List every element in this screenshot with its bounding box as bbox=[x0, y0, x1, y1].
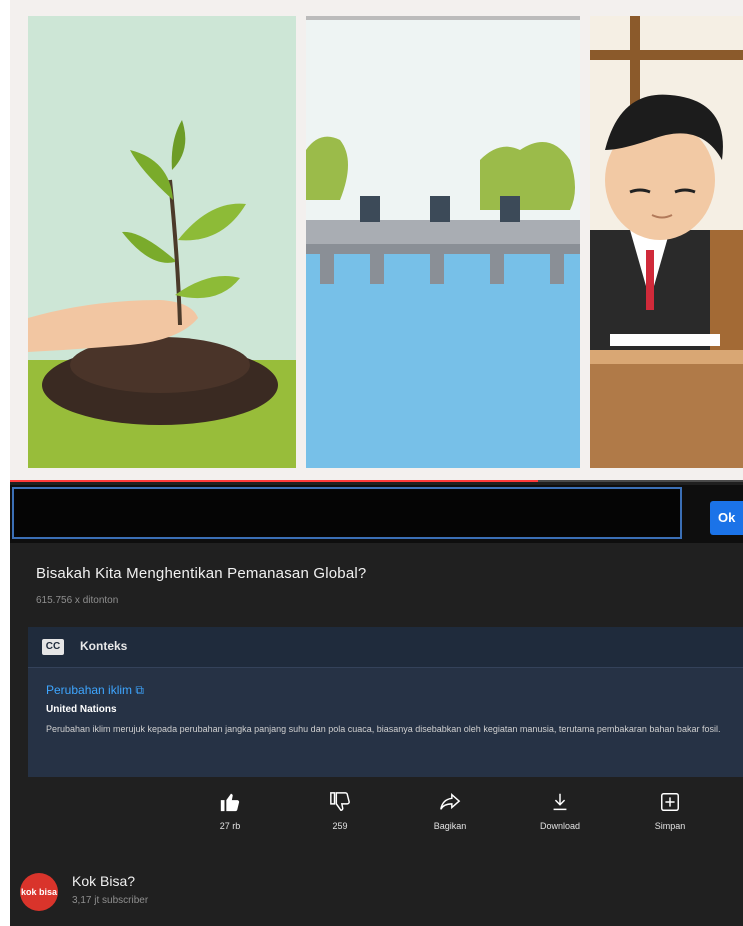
like-button[interactable]: 27 rb bbox=[190, 791, 270, 851]
channel-row[interactable]: kok bisa Kok Bisa? 3,17 jt subscriber bbox=[10, 863, 743, 926]
save-label: Simpan bbox=[654, 821, 686, 831]
video-player[interactable] bbox=[10, 0, 743, 482]
share-icon bbox=[440, 793, 461, 810]
search-input[interactable] bbox=[12, 487, 682, 539]
context-link[interactable]: Perubahan iklim ⧉ bbox=[46, 683, 144, 698]
search-row: Ok bbox=[10, 485, 743, 543]
context-header: CC Konteks bbox=[28, 627, 743, 668]
context-link-text: Perubahan iklim bbox=[46, 683, 133, 697]
view-count: 615.756 x ditonton bbox=[36, 595, 119, 606]
action-bar: 27 rb 259 Bagikan Download Simpan bbox=[190, 791, 710, 853]
share-label: Bagikan bbox=[433, 821, 467, 831]
download-button[interactable]: Download bbox=[520, 791, 600, 851]
context-heading: Konteks bbox=[80, 639, 128, 653]
external-link-icon: ⧉ bbox=[135, 683, 144, 697]
video-progress-bar[interactable] bbox=[10, 480, 743, 482]
context-source: United Nations bbox=[46, 704, 117, 715]
channel-avatar[interactable]: kok bisa bbox=[20, 873, 58, 911]
save-button[interactable]: Simpan bbox=[630, 791, 710, 851]
subscriber-count: 3,17 jt subscriber bbox=[72, 895, 149, 906]
download-icon bbox=[553, 793, 567, 811]
app-frame: Ok Bisakah Kita Menghentikan Pemanasan G… bbox=[10, 0, 743, 926]
video-info: Bisakah Kita Menghentikan Pemanasan Glob… bbox=[10, 543, 743, 926]
dam-panel bbox=[306, 16, 580, 468]
info-card-icon: CC bbox=[42, 639, 64, 655]
dislike-button[interactable]: 259 bbox=[300, 791, 380, 851]
download-label: Download bbox=[539, 821, 581, 831]
dislike-count: 259 bbox=[332, 821, 348, 831]
share-button[interactable]: Bagikan bbox=[410, 791, 490, 851]
man-panel bbox=[590, 16, 743, 468]
thumbs-down-icon bbox=[330, 792, 350, 811]
like-count: 27 rb bbox=[219, 821, 241, 831]
context-panel: CC Konteks Perubahan iklim ⧉ United Nati… bbox=[28, 627, 743, 777]
thumbs-up-icon bbox=[220, 793, 240, 812]
save-icon bbox=[661, 793, 679, 811]
context-description: Perubahan iklim merujuk kepada perubahan… bbox=[46, 724, 721, 734]
video-progress-fill bbox=[10, 480, 538, 482]
video-frame-illustration bbox=[28, 16, 743, 468]
video-title: Bisakah Kita Menghentikan Pemanasan Glob… bbox=[36, 565, 367, 582]
plant-panel bbox=[28, 16, 296, 468]
channel-name[interactable]: Kok Bisa? bbox=[72, 873, 135, 889]
search-button[interactable]: Ok bbox=[710, 501, 743, 535]
